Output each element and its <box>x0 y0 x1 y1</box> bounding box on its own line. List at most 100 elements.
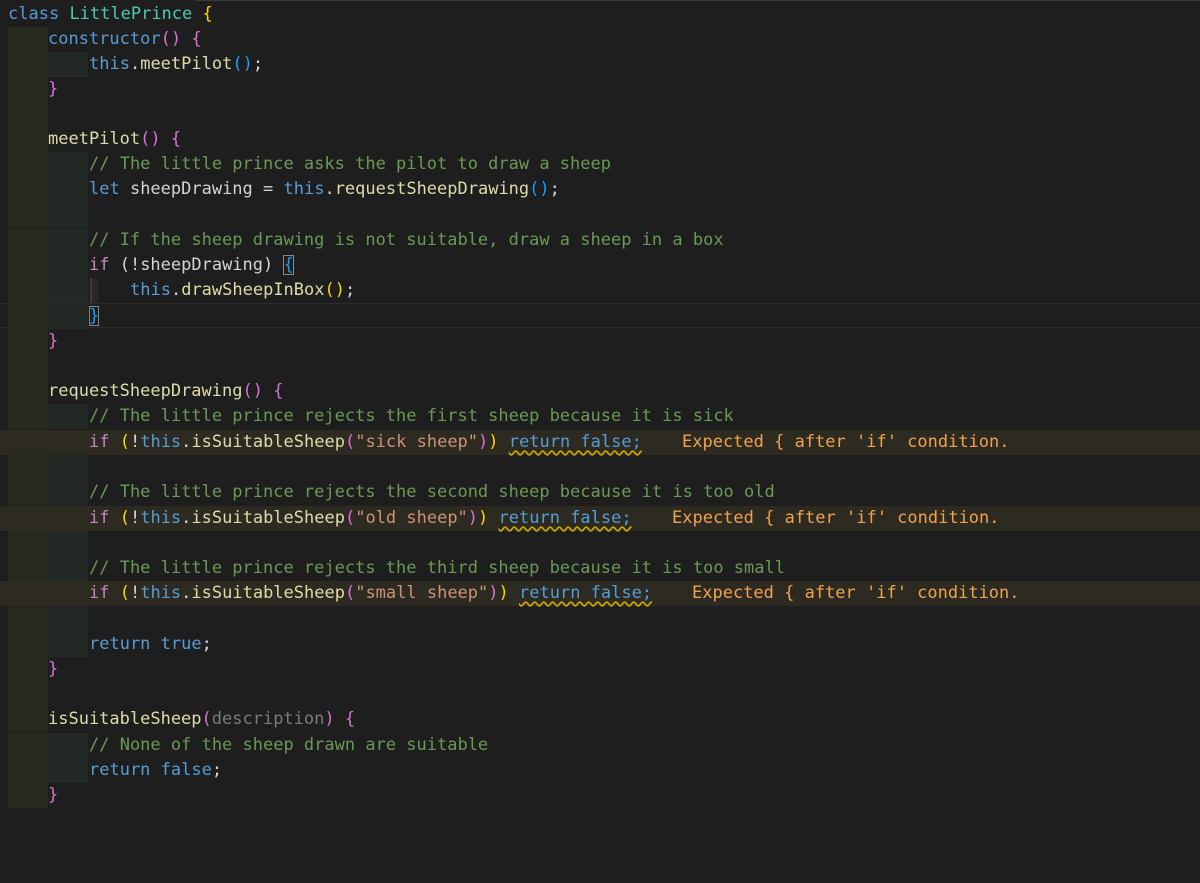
code-line-23[interactable]: // The little prince rejects the third s… <box>0 556 1200 581</box>
paren: ) <box>467 508 479 528</box>
code-line-13[interactable]: } <box>0 303 1200 329</box>
code-line-14[interactable]: } <box>0 329 1200 354</box>
this-keyword: this <box>89 54 130 74</box>
code-line-10[interactable]: // If the sheep drawing is not suitable,… <box>0 228 1200 253</box>
indent-guide <box>8 152 48 177</box>
code-line-24-warning[interactable]: if (!this.isSuitableSheep("small sheep")… <box>0 581 1200 606</box>
code-line-22[interactable] <box>0 531 1200 556</box>
code-line-7[interactable]: // The little prince asks the pilot to d… <box>0 152 1200 177</box>
method-call: isSuitableSheep <box>191 583 345 603</box>
line-3-code: this.meetPilot(); <box>89 52 263 77</box>
dot: . <box>129 54 141 74</box>
line-14-code: } <box>48 329 58 354</box>
paren: () <box>140 129 161 149</box>
code-line-28[interactable] <box>0 682 1200 707</box>
method-name: meetPilot <box>48 129 141 149</box>
open-brace: { <box>344 709 356 729</box>
code-line-17[interactable]: // The little prince rejects the first s… <box>0 404 1200 429</box>
code-line-32[interactable]: } <box>0 783 1200 808</box>
error-lens-message: Expected { after 'if' condition. <box>682 432 1010 452</box>
indent-guide <box>8 304 48 329</box>
code-line-11[interactable]: if (!sheepDrawing) { <box>0 253 1200 278</box>
line-29-code: isSuitableSheep(description) { <box>48 707 355 732</box>
indent-guide <box>8 607 48 632</box>
code-line-6[interactable]: meetPilot() { <box>0 127 1200 152</box>
indent-guide <box>8 77 48 102</box>
line-2-code: constructor() { <box>48 27 202 52</box>
code-line-27[interactable]: } <box>0 657 1200 682</box>
close-brace: } <box>48 785 59 805</box>
indent-guide <box>48 304 88 329</box>
indent-guide <box>48 152 88 177</box>
line-4-code: } <box>48 77 58 102</box>
indent-guide <box>48 531 88 556</box>
paren: () <box>242 381 263 401</box>
indent-guide <box>8 228 48 253</box>
code-line-21-warning[interactable]: if (!this.isSuitableSheep("old sheep")) … <box>0 506 1200 531</box>
class-name: LittlePrince <box>69 4 193 24</box>
code-line-25[interactable] <box>0 607 1200 632</box>
code-line-5[interactable] <box>0 102 1200 127</box>
paren: ) <box>478 432 489 452</box>
string-literal: "sick sheep" <box>355 432 479 452</box>
comment: // The little prince rejects the second … <box>89 482 775 502</box>
code-editor[interactable]: class LittlePrince { constructor() { thi… <box>0 0 1200 823</box>
indent-guide <box>8 102 48 127</box>
code-line-9[interactable] <box>0 202 1200 227</box>
semicolon: ; <box>201 634 212 654</box>
paren: ) <box>478 508 489 528</box>
code-line-12[interactable]: this.drawSheepInBox(); <box>0 278 1200 303</box>
semicolon: ; <box>549 179 560 199</box>
paren: ( <box>109 583 130 603</box>
code-line-16[interactable]: requestSheepDrawing() { <box>0 379 1200 404</box>
this-keyword: this <box>130 280 171 300</box>
code-line-30[interactable]: // None of the sheep drawn are suitable <box>0 733 1200 758</box>
indent-guide <box>8 278 48 303</box>
error-lens-message: Expected { after 'if' condition. <box>672 508 1000 528</box>
code-line-19[interactable] <box>0 455 1200 480</box>
boolean-literal: false <box>160 760 212 780</box>
method-name: isSuitableSheep <box>48 709 202 729</box>
indent-guide <box>48 228 88 253</box>
paren: ( <box>344 508 356 528</box>
paren: () <box>324 280 345 300</box>
dot: . <box>181 508 192 528</box>
code-line-3[interactable]: this.meetPilot(); <box>0 52 1200 77</box>
paren: ( <box>109 432 130 452</box>
method-call: meetPilot <box>140 54 233 74</box>
constructor-keyword: constructor <box>48 29 161 49</box>
method-name: requestSheepDrawing <box>48 381 243 401</box>
return-keyword: return <box>89 634 151 654</box>
code-line-20[interactable]: // The little prince rejects the second … <box>0 480 1200 505</box>
indent-guide <box>8 455 48 480</box>
method-call: requestSheepDrawing <box>334 179 530 199</box>
paren: () <box>232 54 253 74</box>
code-line-26[interactable]: return true; <box>0 632 1200 657</box>
comment: // The little prince asks the pilot to d… <box>89 154 611 174</box>
code-line-8[interactable]: let sheepDrawing = this.requestSheepDraw… <box>0 177 1200 202</box>
code-line-29[interactable]: isSuitableSheep(description) { <box>0 707 1200 732</box>
indent-guide <box>48 177 88 202</box>
code-line-1[interactable]: class LittlePrince { <box>0 2 1200 27</box>
warning-squiggle-return[interactable]: return false; <box>499 508 632 528</box>
line-27-code: } <box>48 657 58 682</box>
line-1-code: class LittlePrince { <box>8 2 213 27</box>
code-line-31[interactable]: return false; <box>0 758 1200 783</box>
warning-squiggle-return[interactable]: return false; <box>509 432 642 452</box>
code-line-15[interactable] <box>0 354 1200 379</box>
comment: // None of the sheep drawn are suitable <box>89 735 489 755</box>
line-13-code: } <box>89 304 100 329</box>
line-8-code: let sheepDrawing = this.requestSheepDraw… <box>89 177 560 202</box>
warning-squiggle-return[interactable]: return false; <box>519 583 652 603</box>
code-line-18-warning[interactable]: if (!this.isSuitableSheep("sick sheep"))… <box>0 430 1200 455</box>
indent-guide <box>8 202 48 227</box>
indent-guide <box>8 127 48 152</box>
code-line-4[interactable]: } <box>0 77 1200 102</box>
active-indent-guide <box>90 278 98 303</box>
code-line-2[interactable]: constructor() { <box>0 27 1200 52</box>
indent-guide <box>8 177 48 202</box>
dot: . <box>181 432 192 452</box>
indent-guide <box>48 455 88 480</box>
string-literal: "old sheep" <box>355 508 468 528</box>
